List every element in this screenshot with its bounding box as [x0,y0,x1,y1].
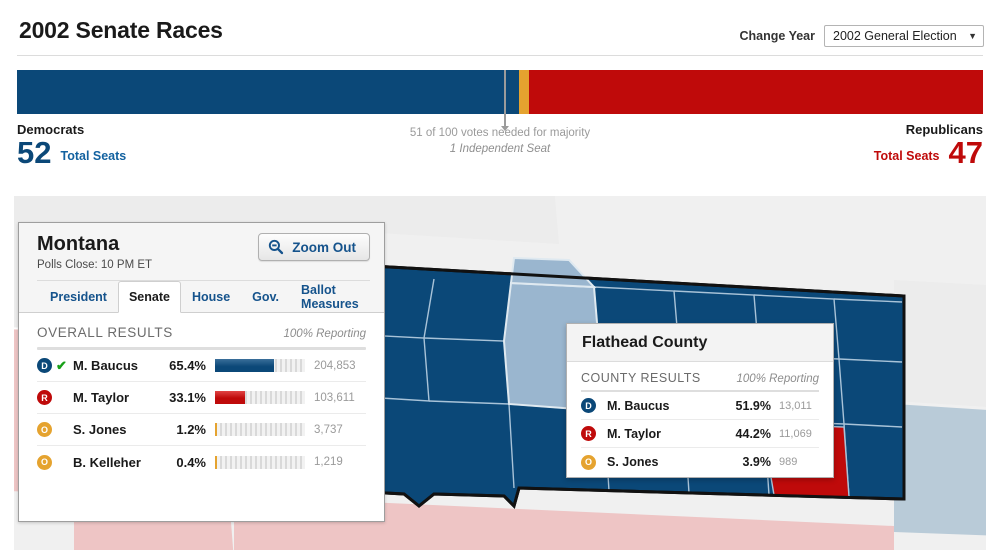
candidate-name: M. Baucus [73,358,139,373]
tab-label: Senate [128,290,170,304]
candidate-name: B. Kelleher [73,454,141,470]
overall-results-body: OVERALL RESULTS 100% Reporting D ✔ M. Bauc… [19,313,384,478]
tab-label: House [191,290,231,304]
republican-seat-count: 47 [948,135,983,170]
candidate-name: M. Taylor [73,390,130,405]
candidate-vote-bar-fill [215,423,217,436]
seat-legend: Democrats 52 Total Seats 51 of 100 votes… [17,122,983,177]
tab-label: President [50,290,107,304]
county-candidate-percentage: 44.2% [735,426,771,441]
party-badge-d: D [37,358,52,373]
candidate-vote-bar-fill [215,391,245,404]
candidate-percentage: 65.4% [169,358,206,373]
header-divider [17,55,983,56]
page-header: 2002 Senate Races Change Year 2002 Gener… [0,0,1000,56]
candidate-row: R M. Taylor 33.1% 103,611 [37,382,366,414]
tab-ballot-measures[interactable]: Ballot Measures [290,281,384,312]
majority-marker-line [503,70,506,126]
page-title: 2002 Senate Races [19,17,223,43]
year-select-value: 2002 General Election [833,29,957,43]
zoom-out-label: Zoom Out [292,239,356,255]
county-candidate-row: D M. Baucus 51.9% 13,011 [581,392,819,420]
independent-seat-text: 1 Independent Seat [449,142,551,155]
county-candidate-list: D M. Baucus 51.9% 13,011 R M. Taylor 44.2% 11,0… [581,392,819,476]
candidate-vote-bar-fill [215,359,274,372]
republican-total-seats-label: Total Seats [873,149,940,164]
chevron-down-icon: ▼ [968,30,977,41]
candidate-percentage: 1.2% [176,422,206,437]
tab-president[interactable]: President [39,281,118,312]
candidate-vote-count: 103,611 [314,391,355,404]
candidate-vote-bar [215,423,305,436]
candidate-vote-bar [215,359,305,372]
candidate-row: D ✔ M. Baucus 65.4% 204,853 [37,350,366,382]
county-candidate-name: M. Taylor [607,426,661,441]
candidate-row: O S. Jones 1.2% 3,737 [37,414,366,446]
candidate-vote-bar-fill [215,455,217,469]
county-candidate-name: S. Jones [607,455,659,469]
candidate-vote-count: 204,853 [314,359,356,372]
polls-close-text: Polls Close: 10 PM ET [37,259,153,271]
candidate-vote-bar [215,391,305,404]
county-flathead-north-lobe [509,256,597,289]
zoom-out-button[interactable]: Zoom Out [258,233,370,261]
state-name: Montana [37,233,120,255]
county-candidate-percentage: 51.9% [735,398,771,413]
party-badge-o: O [581,454,596,470]
candidate-vote-count: 1,219 [314,456,343,468]
county-candidate-name: M. Baucus [607,398,670,413]
candidate-name: S. Jones [73,422,127,437]
seat-bar-republican-segment [528,70,983,114]
check-icon: ✔ [56,358,67,373]
county-candidate-percentage: 3.9% [742,455,772,469]
senate-seat-bar [17,70,983,131]
candidate-percentage: 33.1% [169,390,206,405]
change-year-label: Change Year [739,29,815,43]
candidate-vote-bar [215,455,305,469]
tab-senate[interactable]: Senate [117,281,181,313]
tab-gov[interactable]: Gov. [241,281,290,312]
candidate-row: O B. Kelleher 0.4% 1,219 [37,446,366,478]
year-select-dropdown[interactable]: 2002 General Election ▼ [824,25,984,47]
change-year-control: Change Year 2002 General Election ▼ [739,25,984,47]
party-badge-r: R [37,390,52,405]
county-candidate-row: R M. Taylor 44.2% 11,069 [581,420,819,448]
county-candidate-vote-count: 11,069 [779,427,812,440]
majority-note: 51 of 100 votes needed for majority 1 In… [17,126,983,157]
magnifier-minus-icon [268,239,284,255]
seat-bar-independent-segment [519,70,529,114]
county-results-body: COUNTY RESULTS 100% Reporting D M. Baucus… [567,362,833,476]
state-panel-header: Montana Polls Close: 10 PM ET Zoom Out [19,223,384,281]
county-results-title: COUNTY RESULTS [581,371,701,385]
state-results-panel: Montana Polls Close: 10 PM ET Zoom Out P… [18,222,385,522]
majority-votes-text: 51 of 100 votes needed for majority [409,127,591,139]
party-badge-d: D [581,398,596,413]
overall-results-header: OVERALL RESULTS 100% Reporting [37,313,366,347]
county-candidate-vote-count: 989 [779,456,798,468]
race-tabs[interactable]: President Senate House Gov. Ballot Measures [19,281,384,313]
county-results-header: COUNTY RESULTS 100% Reporting [581,362,819,390]
seat-bar-democrat-segment [17,70,520,114]
seat-bar-track [17,70,983,114]
county-candidate-row: O S. Jones 3.9% 989 [581,448,819,476]
republican-seat-summary: Republicans Total Seats 47 [873,122,983,170]
county-name: Flathead County [582,333,708,351]
county-results-panel: Flathead County COUNTY RESULTS 100% Repo… [566,323,834,478]
tab-house[interactable]: House [181,281,241,312]
party-badge-r: R [581,426,596,441]
tab-label: Ballot Measures [301,283,359,311]
county-panel-header: Flathead County [567,324,833,362]
tab-label: Gov. [252,290,280,304]
neighbor-state-north-dakota [894,280,986,407]
party-badge-o: O [37,422,52,437]
candidate-vote-count: 3,737 [314,423,343,436]
candidate-percentage: 0.4% [176,454,206,470]
overall-results-title: OVERALL RESULTS [37,325,173,340]
county-candidate-vote-count: 13,011 [779,399,812,412]
candidate-list: D ✔ M. Baucus 65.4% 204,853 R M. Taylor 33.1% 10… [37,350,366,478]
neighbor-state-south-dakota [894,404,986,536]
overall-reporting-status: 100% Reporting [283,328,366,340]
county-reporting-status: 100% Reporting [736,373,819,385]
party-badge-o: O [37,454,52,470]
